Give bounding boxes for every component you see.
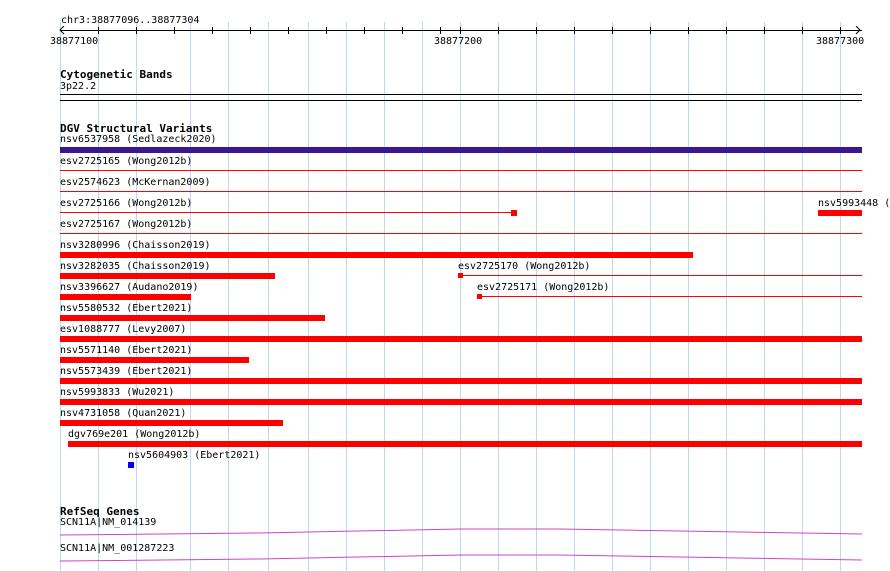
variant-label: esv2725167 (Wong2012b) [60, 219, 193, 230]
position-label: chr3:38877096..38877304 [61, 15, 200, 26]
variant-feature[interactable] [60, 252, 693, 258]
variant-feature[interactable] [128, 462, 134, 468]
ruler-tick [136, 27, 137, 34]
ruler-tick [574, 27, 575, 34]
ruler-tick-label: 38877100 [50, 36, 99, 47]
ruler-tick-label: 38877200 [434, 36, 483, 47]
ruler-tick [364, 27, 365, 34]
grid-line [308, 22, 309, 571]
variant-label: nsv5580532 (Ebert2021) [60, 303, 193, 314]
ruler-tick [688, 27, 689, 34]
variant-label: esv2725165 (Wong2012b) [60, 156, 193, 167]
variant-label: esv2725171 (Wong2012b) [477, 282, 610, 293]
cytoband-label: 3p22.2 [60, 81, 97, 92]
variant-label: dgv769e201 (Wong2012b) [68, 429, 201, 440]
variant-feature-block[interactable] [511, 210, 517, 216]
variant-feature-block[interactable] [477, 294, 482, 299]
variant-label: nsv6537958 (Sedlazeck2020) [60, 134, 217, 145]
variant-label: nsv5993833 (Wu2021) [60, 387, 175, 398]
variant-feature[interactable] [60, 191, 862, 192]
grid-line [384, 22, 385, 571]
ruler-tick [402, 27, 403, 34]
ruler-tick [98, 27, 99, 34]
variant-feature[interactable] [60, 357, 249, 363]
variant-feature[interactable] [60, 378, 862, 384]
ruler-tick [326, 27, 327, 34]
variant-feature[interactable] [60, 212, 514, 213]
variant-label: nsv4731058 (Quan2021) [60, 408, 187, 419]
variant-label: esv2725166 (Wong2012b) [60, 198, 193, 209]
ruler-tick [612, 27, 613, 34]
gene-intron-line[interactable] [60, 526, 862, 538]
cytoband-line [60, 94, 862, 95]
variant-feature[interactable] [60, 170, 862, 171]
ruler-tick [840, 27, 841, 34]
variant-feature-block[interactable] [458, 273, 463, 278]
variant-feature[interactable] [60, 273, 275, 279]
variant-feature[interactable] [60, 294, 191, 300]
variant-label: nsv3396627 (Audano2019) [60, 282, 199, 293]
variant-feature[interactable] [477, 296, 862, 297]
ruler-tick [726, 27, 727, 34]
variant-label: nsv3280996 (Chaisson2019) [60, 240, 211, 251]
variant-label: esv1088777 (Levy2007) [60, 324, 187, 335]
grid-line [268, 22, 269, 571]
variant-feature[interactable] [68, 441, 862, 447]
ruler-tick [764, 27, 765, 34]
ruler-left-arrow-icon [59, 26, 65, 35]
variant-label: nsv3282035 (Chaisson2019) [60, 261, 211, 272]
gene-intron-line[interactable] [60, 552, 862, 564]
ruler-tick [174, 27, 175, 34]
ruler-axis [60, 30, 862, 31]
variant-feature[interactable] [60, 315, 325, 321]
ruler-tick [212, 27, 213, 34]
variant-feature[interactable] [818, 210, 862, 216]
variant-feature[interactable] [458, 275, 862, 276]
cytoband-line [60, 100, 862, 101]
ruler-tick [498, 27, 499, 34]
variant-feature[interactable] [60, 336, 862, 342]
grid-line [460, 22, 461, 571]
ruler-tick [802, 27, 803, 34]
ruler-tick [440, 27, 441, 34]
variant-label: nsv5604903 (Ebert2021) [128, 450, 261, 461]
grid-line [228, 22, 229, 571]
variant-label: nsv5573439 (Ebert2021) [60, 366, 193, 377]
grid-line [422, 22, 423, 571]
variant-label: nsv5993448 ( [818, 198, 890, 209]
ruler-tick [650, 27, 651, 34]
ruler-tick [536, 27, 537, 34]
variant-feature[interactable] [60, 420, 283, 426]
ruler-right-arrow-icon [855, 26, 861, 35]
cytoband-track-title: Cytogenetic Bands [60, 68, 173, 81]
variant-label: nsv5571140 (Ebert2021) [60, 345, 193, 356]
variant-feature[interactable] [60, 399, 862, 405]
ruler-tick-label: 38877300 [816, 36, 865, 47]
ruler-tick [460, 27, 461, 34]
ruler-tick [250, 27, 251, 34]
grid-line [346, 22, 347, 571]
variant-label: esv2725170 (Wong2012b) [458, 261, 591, 272]
variant-feature[interactable] [60, 233, 862, 234]
ruler-tick [288, 27, 289, 34]
variant-feature[interactable] [60, 147, 862, 153]
variant-label: esv2574623 (McKernan2009) [60, 177, 211, 188]
